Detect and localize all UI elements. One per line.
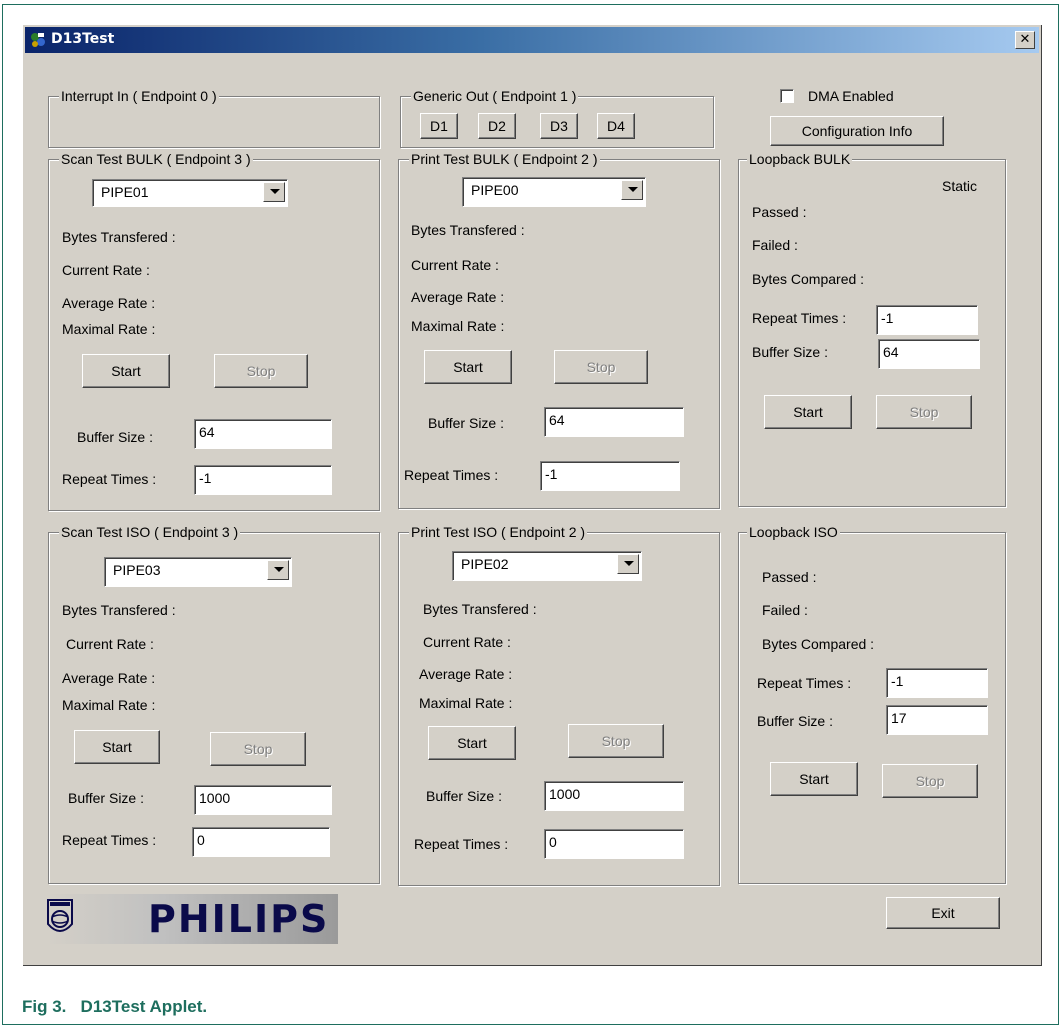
chevron-down-icon[interactable] [621,180,643,200]
loopback-iso-passed-label: Passed : [762,569,817,585]
loopback-bulk-repeat-label: Repeat Times : [752,310,847,326]
scan-iso-current-label: Current Rate : [66,636,154,652]
generic-out-legend: Generic Out ( Endpoint 1 ) [411,88,579,104]
print-bulk-average-label: Average Rate : [411,289,505,305]
print-bulk-group: Print Test BULK ( Endpoint 2 ) [398,151,720,509]
loopback-iso-stop-button[interactable]: Stop [882,764,978,798]
scan-bulk-repeat-input[interactable]: -1 [194,465,332,495]
loopback-bulk-stop-button[interactable]: Stop [876,395,972,429]
interrupt-in-group: Interrupt In ( Endpoint 0 ) [48,88,380,148]
d3-button[interactable]: D3 [540,113,578,139]
loopback-bulk-passed-label: Passed : [752,204,807,220]
scan-iso-stop-button[interactable]: Stop [210,732,306,766]
loopback-bulk-start-button[interactable]: Start [764,395,852,429]
print-iso-average-label: Average Rate : [419,666,513,682]
scan-bulk-repeat-label: Repeat Times : [62,471,157,487]
loopback-bulk-legend: Loopback BULK [747,151,853,167]
scan-bulk-legend: Scan Test BULK ( Endpoint 3 ) [59,151,253,167]
scan-iso-pipe-select[interactable]: PIPE03 [104,557,292,587]
loopback-bulk-compared-label: Bytes Compared : [752,271,865,287]
print-bulk-pipe-select[interactable]: PIPE00 [462,177,646,207]
loopback-bulk-buffer-input[interactable]: 64 [878,339,980,369]
print-bulk-maximal-label: Maximal Rate : [411,318,505,334]
scan-iso-start-button[interactable]: Start [74,730,160,764]
chevron-down-icon[interactable] [263,182,285,202]
print-bulk-start-button[interactable]: Start [424,350,512,384]
print-iso-legend: Print Test ISO ( Endpoint 2 ) [409,524,588,540]
close-icon: ✕ [1019,32,1031,47]
print-bulk-repeat-input[interactable]: -1 [540,461,680,491]
scan-iso-buffer-input[interactable]: 1000 [194,785,332,815]
print-iso-repeat-label: Repeat Times : [414,836,509,852]
print-bulk-legend: Print Test BULK ( Endpoint 2 ) [409,151,600,167]
d2-button[interactable]: D2 [478,113,516,139]
close-button[interactable]: ✕ [1015,31,1035,49]
philips-shield-icon [47,899,73,932]
loopback-iso-repeat-label: Repeat Times : [757,675,852,691]
scan-iso-bytes-label: Bytes Transfered : [62,602,176,618]
scan-iso-repeat-input[interactable]: 0 [192,827,330,857]
scan-iso-legend: Scan Test ISO ( Endpoint 3 ) [59,524,241,540]
print-bulk-buffer-input[interactable]: 64 [544,407,684,437]
title-bar[interactable]: D13Test ✕ [25,27,1039,53]
scan-bulk-current-label: Current Rate : [62,262,150,278]
scan-iso-average-label: Average Rate : [62,670,156,686]
print-iso-bytes-label: Bytes Transfered : [423,601,537,617]
scan-bulk-pipe-select[interactable]: PIPE01 [92,179,288,207]
scan-bulk-buffer-input[interactable]: 64 [194,419,332,449]
print-bulk-stop-button[interactable]: Stop [554,350,648,384]
print-iso-maximal-label: Maximal Rate : [419,695,513,711]
scan-bulk-start-button[interactable]: Start [82,354,170,388]
print-bulk-repeat-label: Repeat Times : [404,467,499,483]
loopback-iso-failed-label: Failed : [762,602,808,618]
print-iso-buffer-label: Buffer Size : [426,788,503,804]
philips-logo: PHILIPS [46,894,338,944]
scan-bulk-buffer-label: Buffer Size : [77,429,154,445]
print-iso-stop-button[interactable]: Stop [568,724,664,758]
scan-bulk-maximal-label: Maximal Rate : [62,321,156,337]
chevron-down-icon[interactable] [617,554,639,574]
loopback-iso-buffer-input[interactable]: 17 [886,705,988,735]
print-iso-buffer-input[interactable]: 1000 [544,781,684,811]
d1-button[interactable]: D1 [420,113,458,139]
window-title: D13Test [51,31,115,47]
loopback-iso-legend: Loopback ISO [747,524,840,540]
scan-iso-repeat-label: Repeat Times : [62,832,157,848]
scan-iso-maximal-label: Maximal Rate : [62,697,156,713]
print-bulk-buffer-label: Buffer Size : [428,415,505,431]
print-iso-start-button[interactable]: Start [428,726,516,760]
loopback-iso-start-button[interactable]: Start [770,762,858,796]
scan-iso-buffer-label: Buffer Size : [68,790,145,806]
loopback-iso-compared-label: Bytes Compared : [762,636,875,652]
app-window: D13Test ✕ Interrupt In ( Endpoint 0 ) Ge… [22,24,1042,966]
print-bulk-bytes-label: Bytes Transfered : [411,222,525,238]
figure-caption: Fig 3. D13Test Applet. [22,997,208,1016]
philips-wordmark: PHILIPS [148,897,330,941]
print-iso-repeat-input[interactable]: 0 [544,829,684,859]
print-iso-pipe-select[interactable]: PIPE02 [452,551,642,581]
scan-bulk-average-label: Average Rate : [62,295,156,311]
scan-bulk-bytes-label: Bytes Transfered : [62,229,176,245]
print-bulk-current-label: Current Rate : [411,257,499,273]
app-icon [31,33,45,47]
dma-enabled-checkbox[interactable] [780,89,794,103]
configuration-info-button[interactable]: Configuration Info [770,116,944,146]
exit-button[interactable]: Exit [886,897,1000,929]
loopback-iso-buffer-label: Buffer Size : [757,713,834,729]
scan-bulk-stop-button[interactable]: Stop [214,354,308,388]
loopback-bulk-buffer-label: Buffer Size : [752,344,829,360]
generic-out-group: Generic Out ( Endpoint 1 ) D1 D2 D3 D4 [400,88,714,148]
loopback-bulk-failed-label: Failed : [752,237,798,253]
chevron-down-icon[interactable] [267,560,289,580]
print-iso-current-label: Current Rate : [423,634,511,650]
loopback-iso-repeat-input[interactable]: -1 [886,668,988,698]
interrupt-in-legend: Interrupt In ( Endpoint 0 ) [59,88,219,104]
loopback-bulk-repeat-input[interactable]: -1 [876,305,978,335]
d4-button[interactable]: D4 [597,113,635,139]
loopback-bulk-status: Static [942,178,978,194]
dma-enabled-label: DMA Enabled [808,88,894,104]
